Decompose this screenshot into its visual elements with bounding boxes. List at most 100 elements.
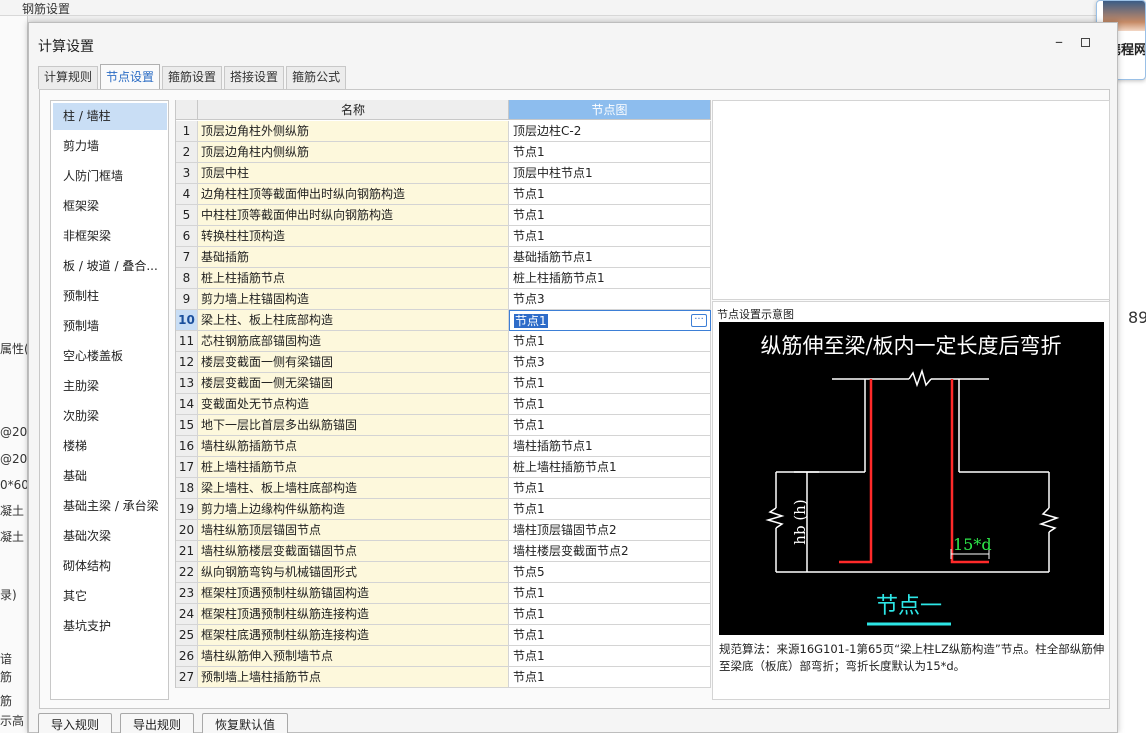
category-item[interactable]: 预制墙 <box>53 313 167 340</box>
row-name[interactable]: 框架柱顶遇预制柱纵筋连接构造 <box>198 604 509 625</box>
tab-calc-rules[interactable]: 计算规则 <box>38 66 99 89</box>
row-name[interactable]: 墙柱纵筋楼层变截面锚固节点 <box>198 541 509 562</box>
row-node-value[interactable]: 墙柱楼层变截面节点2 <box>509 541 711 562</box>
row-name[interactable]: 边角柱柱顶等截面伸出时纵向钢筋构造 <box>198 184 509 205</box>
row-name[interactable]: 墙柱纵筋插筋节点 <box>198 436 509 457</box>
table-row[interactable]: 18 梁上墙柱、板上墙柱底部构造 节点1 <box>176 478 711 499</box>
table-row[interactable]: 9 剪力墙上柱锚固构造 节点3 <box>176 289 711 310</box>
row-name[interactable]: 地下一层比首层多出纵筋锚固 <box>198 415 509 436</box>
row-name[interactable]: 变截面处无节点构造 <box>198 394 509 415</box>
row-node-value[interactable]: 节点1 <box>509 205 711 226</box>
category-item[interactable]: 板 / 坡道 / 叠合... <box>53 253 167 280</box>
row-name[interactable]: 桩上柱插筋节点 <box>198 268 509 289</box>
row-name[interactable]: 楼层变截面一侧有梁锚固 <box>198 352 509 373</box>
row-name[interactable]: 剪力墙上柱锚固构造 <box>198 289 509 310</box>
row-name[interactable]: 顶层中柱 <box>198 163 509 184</box>
table-row[interactable]: 1 顶层边角柱外侧纵筋 顶层边柱C-2 <box>176 121 711 142</box>
row-name[interactable]: 墙柱纵筋顶层锚固节点 <box>198 520 509 541</box>
row-node-value[interactable]: 节点1 ··· <box>509 310 711 331</box>
row-name[interactable]: 桩上墙柱插筋节点 <box>198 457 509 478</box>
row-node-value[interactable]: 节点1 <box>509 184 711 205</box>
maximize-icon[interactable] <box>1081 38 1090 47</box>
table-row[interactable]: 26 墙柱纵筋伸入预制墙节点 节点1 <box>176 646 711 667</box>
category-item[interactable]: 基坑支护 <box>53 613 167 640</box>
row-node-value[interactable]: 节点5 <box>509 562 711 583</box>
row-name[interactable]: 顶层边角柱外侧纵筋 <box>198 121 509 142</box>
table-row[interactable]: 5 中柱柱顶等截面伸出时纵向钢筋构造 节点1 <box>176 205 711 226</box>
row-node-value[interactable]: 节点1 <box>509 373 711 394</box>
category-item[interactable]: 基础次梁 <box>53 523 167 550</box>
row-node-value[interactable]: 节点1 <box>509 142 711 163</box>
minimize-icon[interactable]: – <box>1052 33 1066 51</box>
row-node-value[interactable]: 桩上柱插筋节点1 <box>509 268 711 289</box>
table-row[interactable]: 14 变截面处无节点构造 节点1 <box>176 394 711 415</box>
category-item[interactable]: 次肋梁 <box>53 403 167 430</box>
row-node-value[interactable]: 节点1 <box>509 478 711 499</box>
row-name[interactable]: 框架柱顶遇预制柱纵筋锚固构造 <box>198 583 509 604</box>
category-item[interactable]: 楼梯 <box>53 433 167 460</box>
tab-node-settings[interactable]: 节点设置 <box>100 64 161 89</box>
category-item[interactable]: 空心楼盖板 <box>53 343 167 370</box>
category-item[interactable]: 预制柱 <box>53 283 167 310</box>
row-node-value[interactable]: 顶层边柱C-2 <box>509 121 711 142</box>
table-row[interactable]: 25 框架柱底遇预制柱纵筋连接构造 节点1 <box>176 625 711 646</box>
row-node-value[interactable]: 墙柱顶层锚固节点2 <box>509 520 711 541</box>
table-row[interactable]: 4 边角柱柱顶等截面伸出时纵向钢筋构造 节点1 <box>176 184 711 205</box>
header-name[interactable]: 名称 <box>198 100 509 120</box>
row-node-value[interactable]: 桩上墙柱插筋节点1 <box>509 457 711 478</box>
row-node-value[interactable]: 节点1 <box>509 625 711 646</box>
table-row[interactable]: 23 框架柱顶遇预制柱纵筋锚固构造 节点1 <box>176 583 711 604</box>
table-row[interactable]: 7 基础插筋 基础插筋节点1 <box>176 247 711 268</box>
row-node-value[interactable]: 节点1 <box>509 646 711 667</box>
table-row[interactable]: 21 墙柱纵筋楼层变截面锚固节点 墙柱楼层变截面节点2 <box>176 541 711 562</box>
row-node-value[interactable]: 节点1 <box>509 394 711 415</box>
category-item[interactable]: 人防门框墙 <box>53 163 167 190</box>
row-node-value[interactable]: 节点1 <box>509 583 711 604</box>
category-item[interactable]: 非框架梁 <box>53 223 167 250</box>
row-node-value[interactable]: 节点3 <box>509 289 711 310</box>
row-name[interactable]: 墙柱纵筋伸入预制墙节点 <box>198 646 509 667</box>
category-item[interactable]: 主肋梁 <box>53 373 167 400</box>
table-row[interactable]: 6 转换柱柱顶构造 节点1 <box>176 226 711 247</box>
row-name[interactable]: 芯柱钢筋底部锚固构造 <box>198 331 509 352</box>
row-node-value[interactable]: 基础插筋节点1 <box>509 247 711 268</box>
row-node-value[interactable]: 节点1 <box>509 331 711 352</box>
more-options-icon[interactable]: ··· <box>691 314 707 327</box>
tab-splice-settings[interactable]: 搭接设置 <box>224 66 285 89</box>
category-item[interactable]: 柱 / 墙柱 <box>53 103 167 130</box>
category-item[interactable]: 框架梁 <box>53 193 167 220</box>
tab-stirrup-settings[interactable]: 箍筋设置 <box>162 66 223 89</box>
table-row[interactable]: 15 地下一层比首层多出纵筋锚固 节点1 <box>176 415 711 436</box>
import-rules-button[interactable]: 导入规则 <box>38 713 113 733</box>
tab-stirrup-formula[interactable]: 箍筋公式 <box>286 66 347 89</box>
restore-defaults-button[interactable]: 恢复默认值 <box>202 713 289 733</box>
row-name[interactable]: 转换柱柱顶构造 <box>198 226 509 247</box>
row-name[interactable]: 顶层边角柱内侧纵筋 <box>198 142 509 163</box>
header-node[interactable]: 节点图 <box>509 100 711 120</box>
table-row[interactable]: 8 桩上柱插筋节点 桩上柱插筋节点1 <box>176 268 711 289</box>
category-item[interactable]: 其它 <box>53 583 167 610</box>
row-name[interactable]: 基础插筋 <box>198 247 509 268</box>
row-name[interactable]: 楼层变截面一侧无梁锚固 <box>198 373 509 394</box>
row-node-value[interactable]: 顶层中柱节点1 <box>509 163 711 184</box>
table-row[interactable]: 24 框架柱顶遇预制柱纵筋连接构造 节点1 <box>176 604 711 625</box>
table-row[interactable]: 11 芯柱钢筋底部锚固构造 节点1 <box>176 331 711 352</box>
table-row[interactable]: 16 墙柱纵筋插筋节点 墙柱插筋节点1 <box>176 436 711 457</box>
table-row[interactable]: 20 墙柱纵筋顶层锚固节点 墙柱顶层锚固节点2 <box>176 520 711 541</box>
table-row[interactable]: 27 预制墙上墙柱插筋节点 节点1 <box>176 667 711 688</box>
row-name[interactable]: 框架柱底遇预制柱纵筋连接构造 <box>198 625 509 646</box>
table-row[interactable]: 22 纵向钢筋弯钩与机械锚固形式 节点5 <box>176 562 711 583</box>
row-name[interactable]: 梁上墙柱、板上墙柱底部构造 <box>198 478 509 499</box>
table-row[interactable]: 3 顶层中柱 顶层中柱节点1 <box>176 163 711 184</box>
row-node-value[interactable]: 墙柱插筋节点1 <box>509 436 711 457</box>
category-item[interactable]: 砌体结构 <box>53 553 167 580</box>
row-node-value[interactable]: 节点1 <box>509 499 711 520</box>
table-row[interactable]: 19 剪力墙上边缘构件纵筋构造 节点1 <box>176 499 711 520</box>
table-row[interactable]: 17 桩上墙柱插筋节点 桩上墙柱插筋节点1 <box>176 457 711 478</box>
category-item[interactable]: 基础主梁 / 承台梁 <box>53 493 167 520</box>
table-row[interactable]: 10 梁上柱、板上柱底部构造 节点1 ··· <box>176 310 711 331</box>
table-row[interactable]: 12 楼层变截面一侧有梁锚固 节点3 <box>176 352 711 373</box>
row-name[interactable]: 剪力墙上边缘构件纵筋构造 <box>198 499 509 520</box>
export-rules-button[interactable]: 导出规则 <box>120 713 195 733</box>
row-name[interactable]: 纵向钢筋弯钩与机械锚固形式 <box>198 562 509 583</box>
